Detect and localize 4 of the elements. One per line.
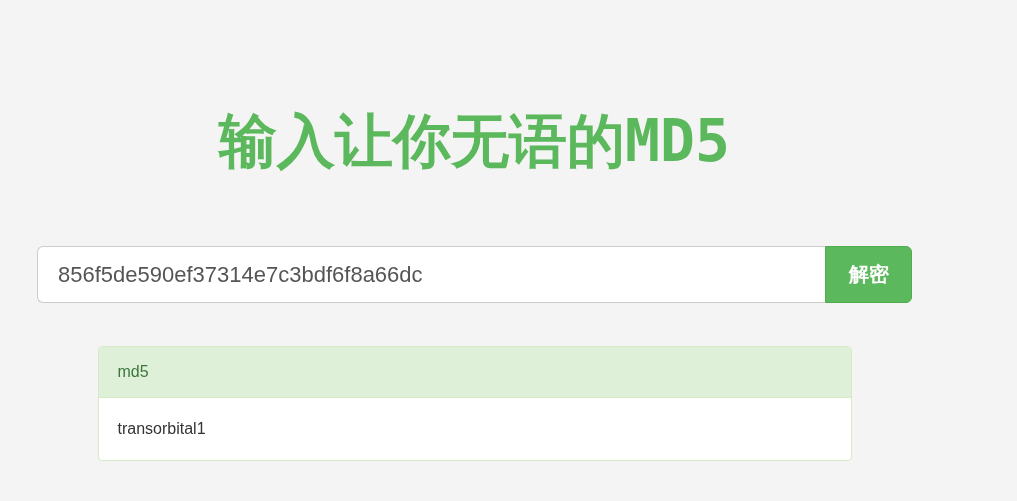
heading-text: md5	[117, 363, 149, 381]
result-text: transorbital1	[117, 420, 206, 438]
md5-input-field[interactable]: 856f5de590ef37314e7c3bdf6f8a66dc	[37, 246, 825, 303]
page-title: 输入让你无语的MD5	[217, 106, 731, 177]
